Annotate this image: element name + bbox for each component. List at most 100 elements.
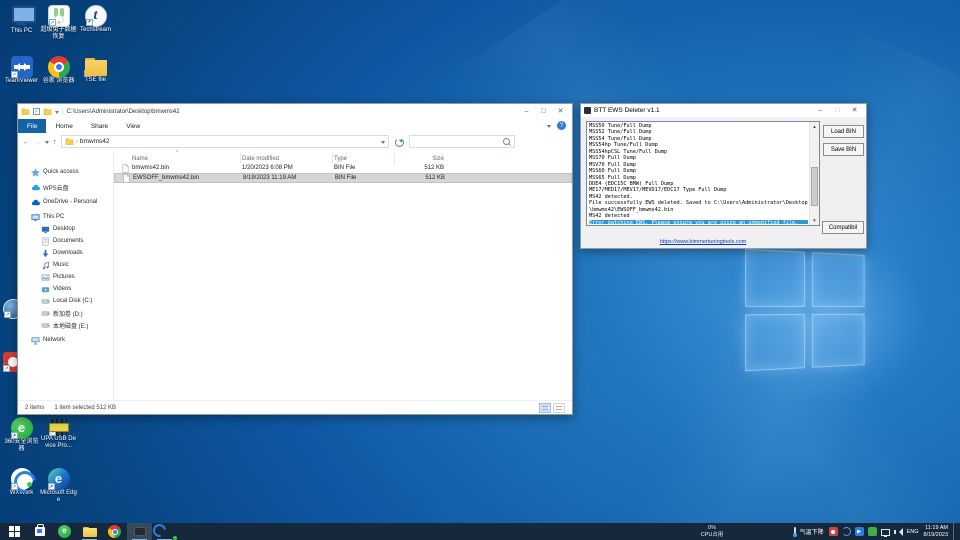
search-box[interactable] — [409, 135, 515, 148]
help-icon[interactable]: ? — [557, 121, 566, 130]
sidebar-item-documents[interactable]: Documents — [18, 235, 113, 247]
sidebar-item-label: Documents — [53, 238, 83, 244]
desktop-icon-google-chrome[interactable]: 谷歌 浏览器 — [40, 55, 77, 101]
cpu-usage-widget[interactable]: 0% CPU占用 — [682, 525, 742, 538]
volume-icon[interactable] — [894, 527, 902, 536]
taskbar-microsoft-store[interactable] — [27, 523, 52, 540]
tray-sync-icon[interactable] — [842, 527, 851, 536]
desktop-icons-top: This PC超级兔子数据恢复Techstream TeamViewer谷歌 浏览… — [3, 4, 114, 101]
weather-widget[interactable]: 气温下降 — [793, 527, 824, 537]
desktop-icon-tse-file[interactable]: TSE file — [77, 55, 114, 101]
sidebar-item-pictures[interactable]: Pictures — [18, 271, 113, 283]
desktop-icon-this-pc[interactable]: This PC — [3, 4, 40, 50]
address-bar[interactable]: › bmwms42 — [61, 135, 389, 148]
sidebar-item-quick-access[interactable]: Quick access — [18, 166, 113, 178]
shortcut-overlay-icon — [49, 429, 56, 436]
column-header-date-modified[interactable]: Date modified — [242, 156, 334, 162]
load-bin-button[interactable]: Load BIN — [823, 125, 864, 138]
taskbar-wxwork[interactable] — [152, 523, 177, 540]
desktop-icon-wxwork[interactable]: WXWork — [3, 467, 40, 513]
sidebar-item-desktop[interactable]: Desktop — [18, 223, 113, 235]
file-row[interactable]: EWSOFF_bmwms42.bin8/19/2023 11:19 AMBIN … — [114, 173, 572, 183]
desktop-icon-upa-usb-device-programmer[interactable]: UPA USB Device Pro... — [40, 416, 77, 462]
sidebar-item-label: Desktop — [53, 226, 75, 232]
scrollbar-thumb[interactable] — [811, 167, 818, 206]
language-indicator[interactable]: ENG — [907, 529, 919, 535]
details-view-button[interactable] — [539, 403, 551, 413]
refresh-icon[interactable] — [393, 136, 405, 148]
large-icons-view-button[interactable] — [553, 403, 565, 413]
status-bar: 2 items 1 item selected 512 KB — [18, 400, 572, 414]
column-headers: ^ Name Date modified Type Size — [114, 150, 572, 163]
desktop-wallpaper: This PC超级兔子数据恢复TechstreamTeamViewer谷歌 浏览… — [0, 0, 960, 540]
breadcrumb-folder[interactable]: bmwms42 — [80, 138, 110, 145]
windows-logo — [745, 249, 865, 372]
maximize-button[interactable]: □ — [535, 105, 552, 118]
maximize-button[interactable]: □ — [829, 104, 846, 117]
cpu-label: CPU占用 — [682, 532, 742, 539]
scrollbar[interactable]: ▲ ▼ — [809, 122, 819, 225]
navigation-pane: Quick access WPS云盘 OneDrive - Personal This… — [18, 150, 114, 400]
taskbar-btt-ews-deleter[interactable] — [127, 523, 152, 540]
wxwork-icon — [158, 525, 171, 538]
log-textbox[interactable]: MSS50 Tune/Full DumpMSS52 Tune/Full Dump… — [586, 121, 820, 226]
sidebar-item-onedrive-personal[interactable]: OneDrive - Personal — [18, 196, 113, 208]
compatibility-button[interactable]: Compatibil — [822, 221, 864, 234]
close-button[interactable]: ✕ — [552, 105, 569, 118]
checkmark-icon[interactable] — [33, 108, 40, 115]
taskbar-file-explorer[interactable] — [77, 523, 102, 540]
show-desktop-button[interactable] — [953, 523, 957, 540]
tray-antivirus-icon[interactable] — [829, 527, 838, 536]
network-display-icon[interactable] — [881, 529, 890, 536]
desktop-icon-super-rabbit-data-recovery[interactable]: 超级兔子数据恢复 — [40, 4, 77, 50]
sidebar-item-videos[interactable]: Videos — [18, 283, 113, 295]
tab-home[interactable]: Home — [46, 119, 81, 133]
start-button[interactable] — [2, 523, 27, 540]
edge-icon — [48, 468, 70, 490]
shortcut-overlay-icon — [3, 365, 10, 372]
back-button[interactable]: ← — [22, 137, 30, 146]
desktop-icon-microsoft-edge[interactable]: Microsoft Edge — [40, 467, 77, 513]
recent-locations-chevron-icon[interactable] — [45, 141, 49, 146]
taskbar-clock[interactable]: 11:19 AM 8/19/2023 — [924, 525, 948, 538]
taskbar-360-browser[interactable] — [52, 523, 77, 540]
minimize-button[interactable]: – — [518, 105, 535, 118]
sidebar-item-wps-[interactable]: WPS云盘 — [18, 181, 113, 193]
sidebar-item-downloads[interactable]: Downloads — [18, 247, 113, 259]
sidebar-item--e-[interactable]: 本地磁盘 (E:) — [18, 319, 113, 331]
file-name-cell: EWSOFF_bmwms42.bin — [115, 174, 243, 183]
expand-ribbon-chevron-icon[interactable] — [547, 125, 551, 130]
save-bin-button[interactable]: Save BIN — [823, 143, 864, 156]
file-row[interactable]: bmwms42.bin1/20/2023 6:08 PMBIN File512 … — [114, 163, 572, 173]
column-header-size[interactable]: Size — [396, 156, 450, 162]
scroll-down-arrow-icon[interactable]: ▼ — [810, 216, 819, 225]
thispc-icon — [9, 4, 35, 28]
btt-app-icon — [134, 527, 146, 536]
folder-icon — [83, 527, 97, 537]
taskbar: 0% CPU占用 气温下降 ENG 11:19 AM 8/19/2023 — [0, 523, 960, 540]
tray-green-app-icon[interactable] — [868, 527, 877, 536]
sidebar-item-music[interactable]: Music — [18, 259, 113, 271]
desktop-icon-teamviewer[interactable]: TeamViewer — [3, 55, 40, 101]
forward-button[interactable]: → — [34, 137, 42, 146]
desktop-icon-360-safe-browser[interactable]: 360安全浏览器 — [3, 416, 40, 462]
up-button[interactable]: ↑ — [53, 137, 57, 146]
taskbar-chrome[interactable] — [102, 523, 127, 540]
chevron-down-icon[interactable] — [55, 111, 59, 116]
tab-share[interactable]: Share — [82, 119, 117, 133]
sidebar-item-local-disk-c-[interactable]: Local Disk (C:) — [18, 295, 113, 307]
desktop-icon-techstream[interactable]: Techstream — [77, 4, 114, 50]
column-header-name[interactable]: Name — [114, 156, 242, 162]
sidebar-item-network[interactable]: Network — [18, 334, 113, 346]
close-button[interactable]: ✕ — [846, 104, 863, 117]
column-header-type[interactable]: Type — [334, 156, 396, 162]
tab-view[interactable]: View — [117, 119, 149, 133]
website-link[interactable]: https://www.bimmertuningtools.com — [586, 239, 820, 245]
tab-file[interactable]: File — [18, 119, 46, 133]
sidebar-item--d-[interactable]: 新加卷 (D:) — [18, 307, 113, 319]
address-dropdown-chevron-icon[interactable] — [381, 141, 385, 146]
tray-wxwork-icon[interactable] — [855, 527, 864, 536]
minimize-button[interactable]: – — [812, 104, 829, 117]
sidebar-item-this-pc[interactable]: This PC — [18, 211, 113, 223]
scroll-up-arrow-icon[interactable]: ▲ — [810, 122, 819, 131]
